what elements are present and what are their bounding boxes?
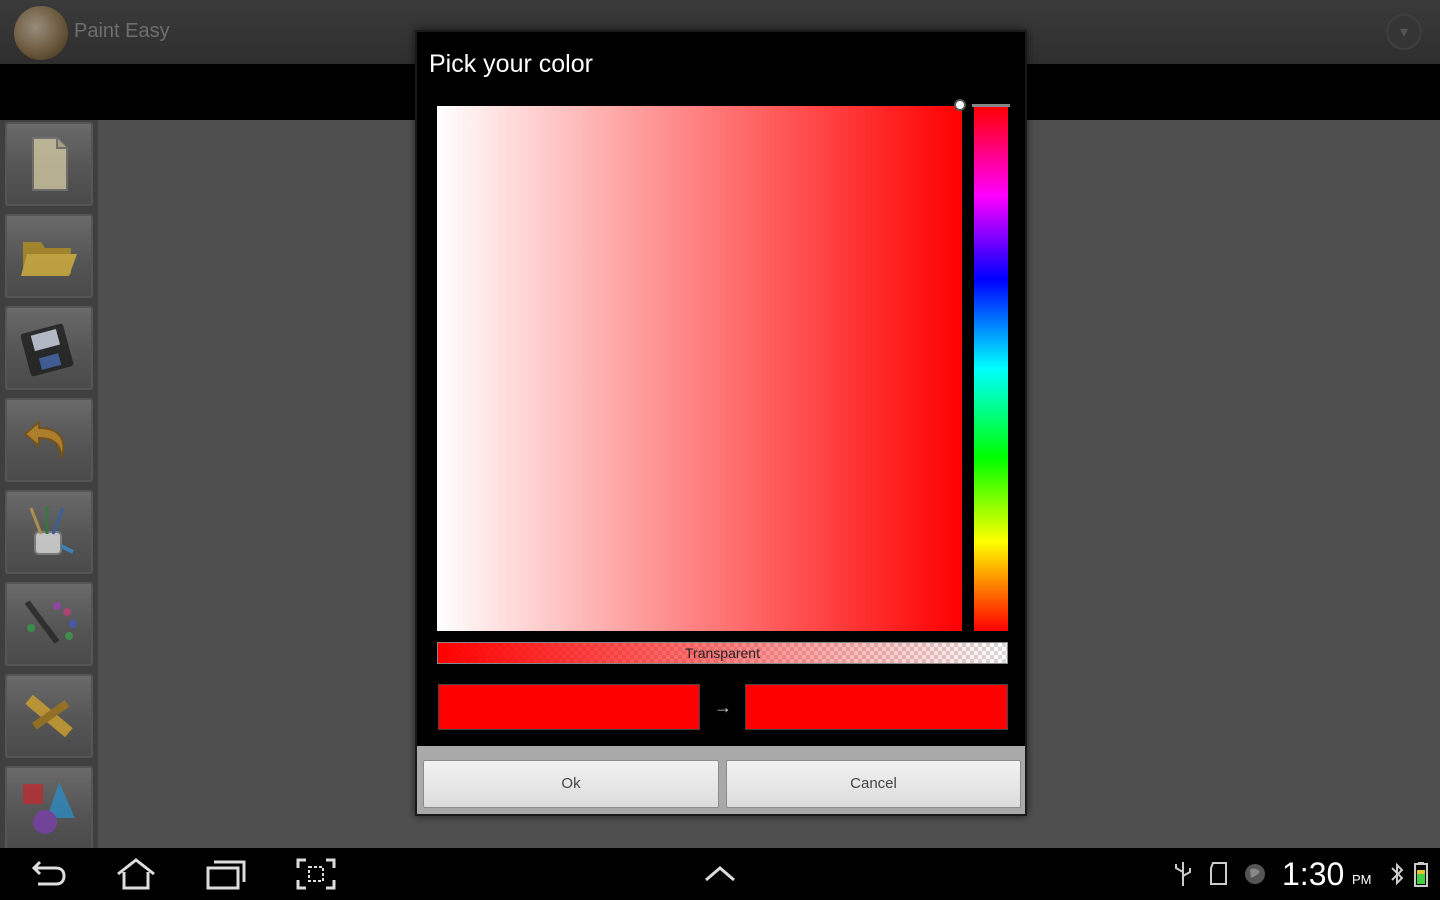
open-file-button[interactable] (5, 214, 93, 298)
home-button[interactable] (114, 856, 158, 892)
old-color-swatch (438, 684, 700, 730)
overflow-menu-button[interactable]: ▾ (1386, 14, 1422, 50)
home-icon (117, 858, 155, 890)
chevron-down-icon: ▾ (1399, 24, 1409, 41)
globe-icon (1245, 864, 1265, 884)
back-icon (31, 860, 66, 886)
shapes-3d-icon (23, 782, 75, 834)
transparency-label: Transparent (685, 645, 760, 661)
bluetooth-icon (1391, 862, 1404, 886)
brushes-cup-icon (29, 506, 74, 555)
dialog-title: Pick your color (429, 50, 593, 78)
transparency-slider[interactable]: Transparent (437, 642, 1008, 664)
usb-icon (1175, 862, 1191, 886)
up-caret-icon (705, 866, 735, 882)
saturation-value-square[interactable] (437, 106, 962, 631)
battery-icon (1414, 862, 1428, 887)
brushes-button[interactable] (5, 490, 93, 574)
sd-card-icon (1210, 862, 1227, 885)
open-folder-icon (21, 242, 77, 276)
status-clock-ampm: PM (1352, 872, 1372, 887)
recent-apps-button[interactable] (204, 856, 248, 892)
screenshot-icon (296, 858, 336, 890)
new-file-icon (32, 137, 68, 191)
ruler-button[interactable] (5, 674, 93, 758)
ok-button[interactable]: Ok (423, 760, 719, 808)
hue-slider-handle[interactable] (972, 104, 1010, 107)
pencil-palette-icon (24, 600, 77, 644)
undo-button[interactable] (5, 398, 93, 482)
new-file-button[interactable] (5, 122, 93, 206)
save-disk-icon (20, 323, 74, 377)
shapes-button[interactable] (5, 766, 93, 850)
recent-apps-icon (206, 860, 246, 890)
status-clock: 1:30 (1282, 856, 1345, 892)
hue-slider[interactable] (974, 106, 1008, 631)
tool-sidebar (0, 120, 98, 850)
app-logo-icon (14, 6, 68, 60)
screenshot-button[interactable] (294, 856, 338, 892)
save-button[interactable] (5, 306, 93, 390)
globe-status (1242, 860, 1268, 888)
saturation-value-cursor[interactable] (954, 99, 966, 111)
dialog-button-bar: Ok Cancel (417, 746, 1025, 814)
cancel-button[interactable]: Cancel (726, 760, 1021, 808)
system-navigation-bar: 1:30 PM (0, 848, 1440, 900)
bluetooth-status (1384, 860, 1404, 888)
show-more-button[interactable] (698, 856, 742, 892)
arrow-right-icon: → (714, 697, 732, 717)
ruler-tool-icon (25, 694, 73, 738)
sd-card-status (1206, 860, 1232, 888)
app-title: Paint Easy (74, 20, 170, 42)
back-button[interactable] (26, 856, 70, 892)
pencil-palette-button[interactable] (5, 582, 93, 666)
new-color-swatch (745, 684, 1008, 730)
usb-status (1170, 860, 1196, 888)
color-picker-dialog: Pick your color Transparent → Ok Cancel (415, 30, 1027, 816)
undo-icon (23, 419, 65, 459)
battery-status (1408, 860, 1430, 888)
